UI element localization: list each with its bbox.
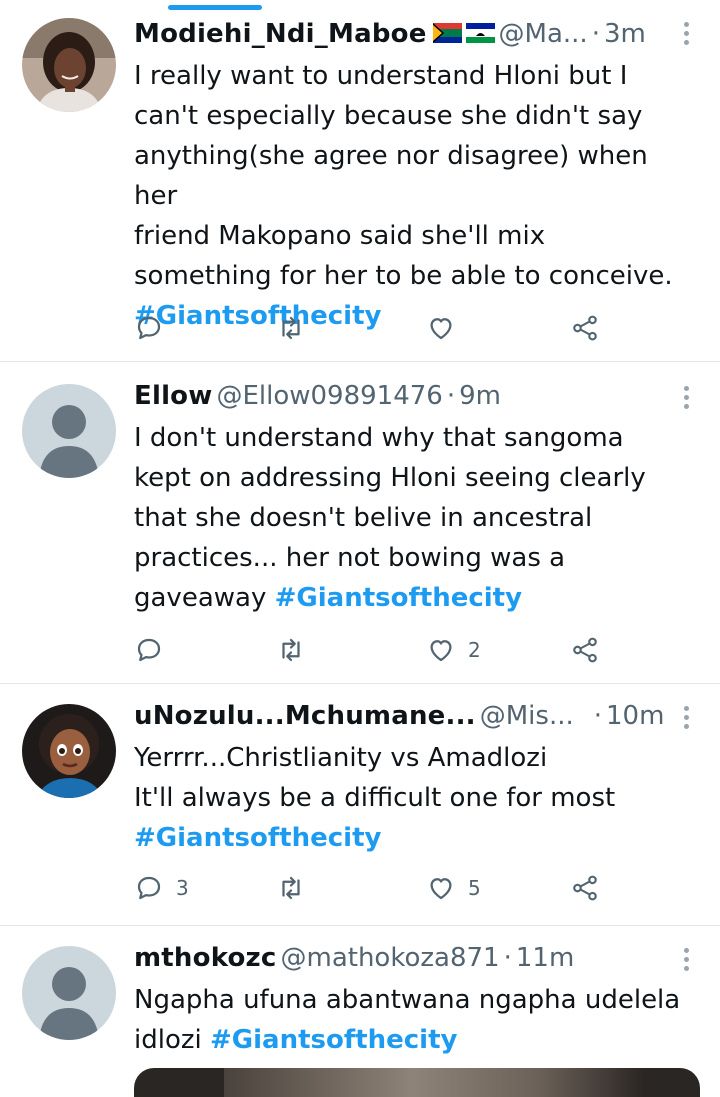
country-flags: [432, 19, 495, 52]
south-africa-flag-icon: [432, 23, 495, 43]
default-avatar-icon: [22, 384, 116, 478]
default-avatar-icon: [22, 946, 116, 1040]
share-button[interactable]: [570, 630, 600, 670]
tweet-actions: [134, 308, 614, 348]
retweet-icon: [282, 876, 300, 900]
reply-button[interactable]: [134, 630, 176, 670]
separator-dot: ·: [591, 19, 600, 49]
retweet-button[interactable]: [276, 308, 318, 348]
share-icon: [573, 637, 597, 663]
display-name[interactable]: Ellow: [134, 381, 212, 411]
lesotho-flag-icon: [465, 23, 495, 43]
separator-dot: ·: [503, 943, 512, 973]
hashtag-link[interactable]: #Giantsofthecity: [134, 823, 381, 853]
like-count: 2: [468, 638, 481, 662]
photo-avatar-icon: [22, 18, 116, 112]
retweet-icon: [282, 638, 300, 662]
user-handle[interactable]: @Ellow09891476: [216, 381, 442, 411]
cartoon-avatar-icon: [22, 704, 116, 798]
timestamp[interactable]: 3m: [604, 19, 646, 49]
tweet-header: Ellow @Ellow09891476 · 9m: [134, 378, 690, 414]
hashtag-link[interactable]: #Giantsofthecity: [275, 583, 522, 613]
tweet-body: Yerrrr...Christlianity vs Amadlozi It'll…: [134, 743, 616, 813]
user-handle[interactable]: @mathokoza871: [281, 943, 500, 973]
display-name[interactable]: mthokozc: [134, 943, 277, 973]
share-icon: [573, 315, 597, 341]
media-image-content: [224, 1068, 644, 1097]
timestamp[interactable]: 10m: [606, 701, 664, 731]
reply-count: 3: [176, 876, 189, 900]
hashtag-link[interactable]: #Giantsofthecity: [210, 1025, 457, 1055]
avatar[interactable]: [22, 704, 116, 798]
retweet-icon: [282, 316, 300, 340]
share-icon: [573, 875, 597, 901]
retweet-button[interactable]: [276, 630, 318, 670]
display-name[interactable]: Modiehi_Ndi_Maboe: [134, 19, 427, 49]
tweet-header: uNozulu...Mchumane... @Mis... · 10m: [134, 698, 690, 734]
tweet-text: I really want to understand Hloni but I …: [134, 56, 690, 336]
timestamp[interactable]: 9m: [459, 381, 501, 411]
share-button[interactable]: [570, 868, 600, 908]
retweet-button[interactable]: [276, 868, 318, 908]
tweet-text: Yerrrr...Christlianity vs Amadlozi It'll…: [134, 738, 690, 858]
separator-dot: ·: [446, 381, 456, 411]
tweet-text: Ngapha ufuna abantwana ngapha udelela id…: [134, 980, 690, 1060]
display-name[interactable]: uNozulu...Mchumane...: [134, 701, 476, 731]
tweet-body: I really want to understand Hloni but I …: [134, 61, 673, 291]
more-options-icon[interactable]: [682, 706, 690, 729]
like-count: 5: [468, 876, 481, 900]
tweet-media-image[interactable]: [134, 1068, 700, 1097]
like-button[interactable]: 5: [426, 868, 481, 908]
like-button[interactable]: 2: [426, 630, 481, 670]
more-options-icon[interactable]: [682, 386, 690, 409]
user-handle[interactable]: @Ma...: [499, 19, 588, 49]
tweet-text: I don't understand why that sangoma kept…: [134, 418, 690, 618]
reply-icon: [137, 316, 161, 340]
tweet[interactable]: uNozulu...Mchumane... @Mis... · 10m Yerrrr.…: [0, 684, 720, 926]
reply-button[interactable]: [134, 308, 176, 348]
reply-button[interactable]: 3: [134, 868, 189, 908]
more-options-icon[interactable]: [682, 948, 690, 971]
avatar[interactable]: [22, 946, 116, 1040]
timestamp[interactable]: 11m: [516, 943, 574, 973]
reply-icon: [137, 876, 161, 900]
tweet-header: mthokozc @mathokoza871 · 11m: [134, 940, 690, 976]
more-options-icon[interactable]: [682, 22, 690, 45]
tweet-actions: 2: [134, 630, 614, 670]
tweet[interactable]: Ellow @Ellow09891476 · 9m I don't understan…: [0, 362, 720, 684]
tweet[interactable]: Modiehi_Ndi_Maboe @Ma... · 3m I really want…: [0, 0, 720, 362]
like-button[interactable]: [426, 308, 468, 348]
separator-dot: ·: [593, 701, 603, 731]
heart-icon: [430, 878, 452, 900]
share-button[interactable]: [570, 308, 600, 348]
tweet-header: Modiehi_Ndi_Maboe @Ma... · 3m: [134, 16, 690, 52]
user-handle[interactable]: @Mis...: [480, 701, 574, 731]
reply-icon: [137, 638, 161, 662]
avatar[interactable]: [22, 384, 116, 478]
avatar[interactable]: [22, 18, 116, 112]
tweet-actions: 3 5: [134, 868, 614, 908]
heart-icon: [430, 318, 452, 340]
heart-icon: [430, 640, 452, 662]
